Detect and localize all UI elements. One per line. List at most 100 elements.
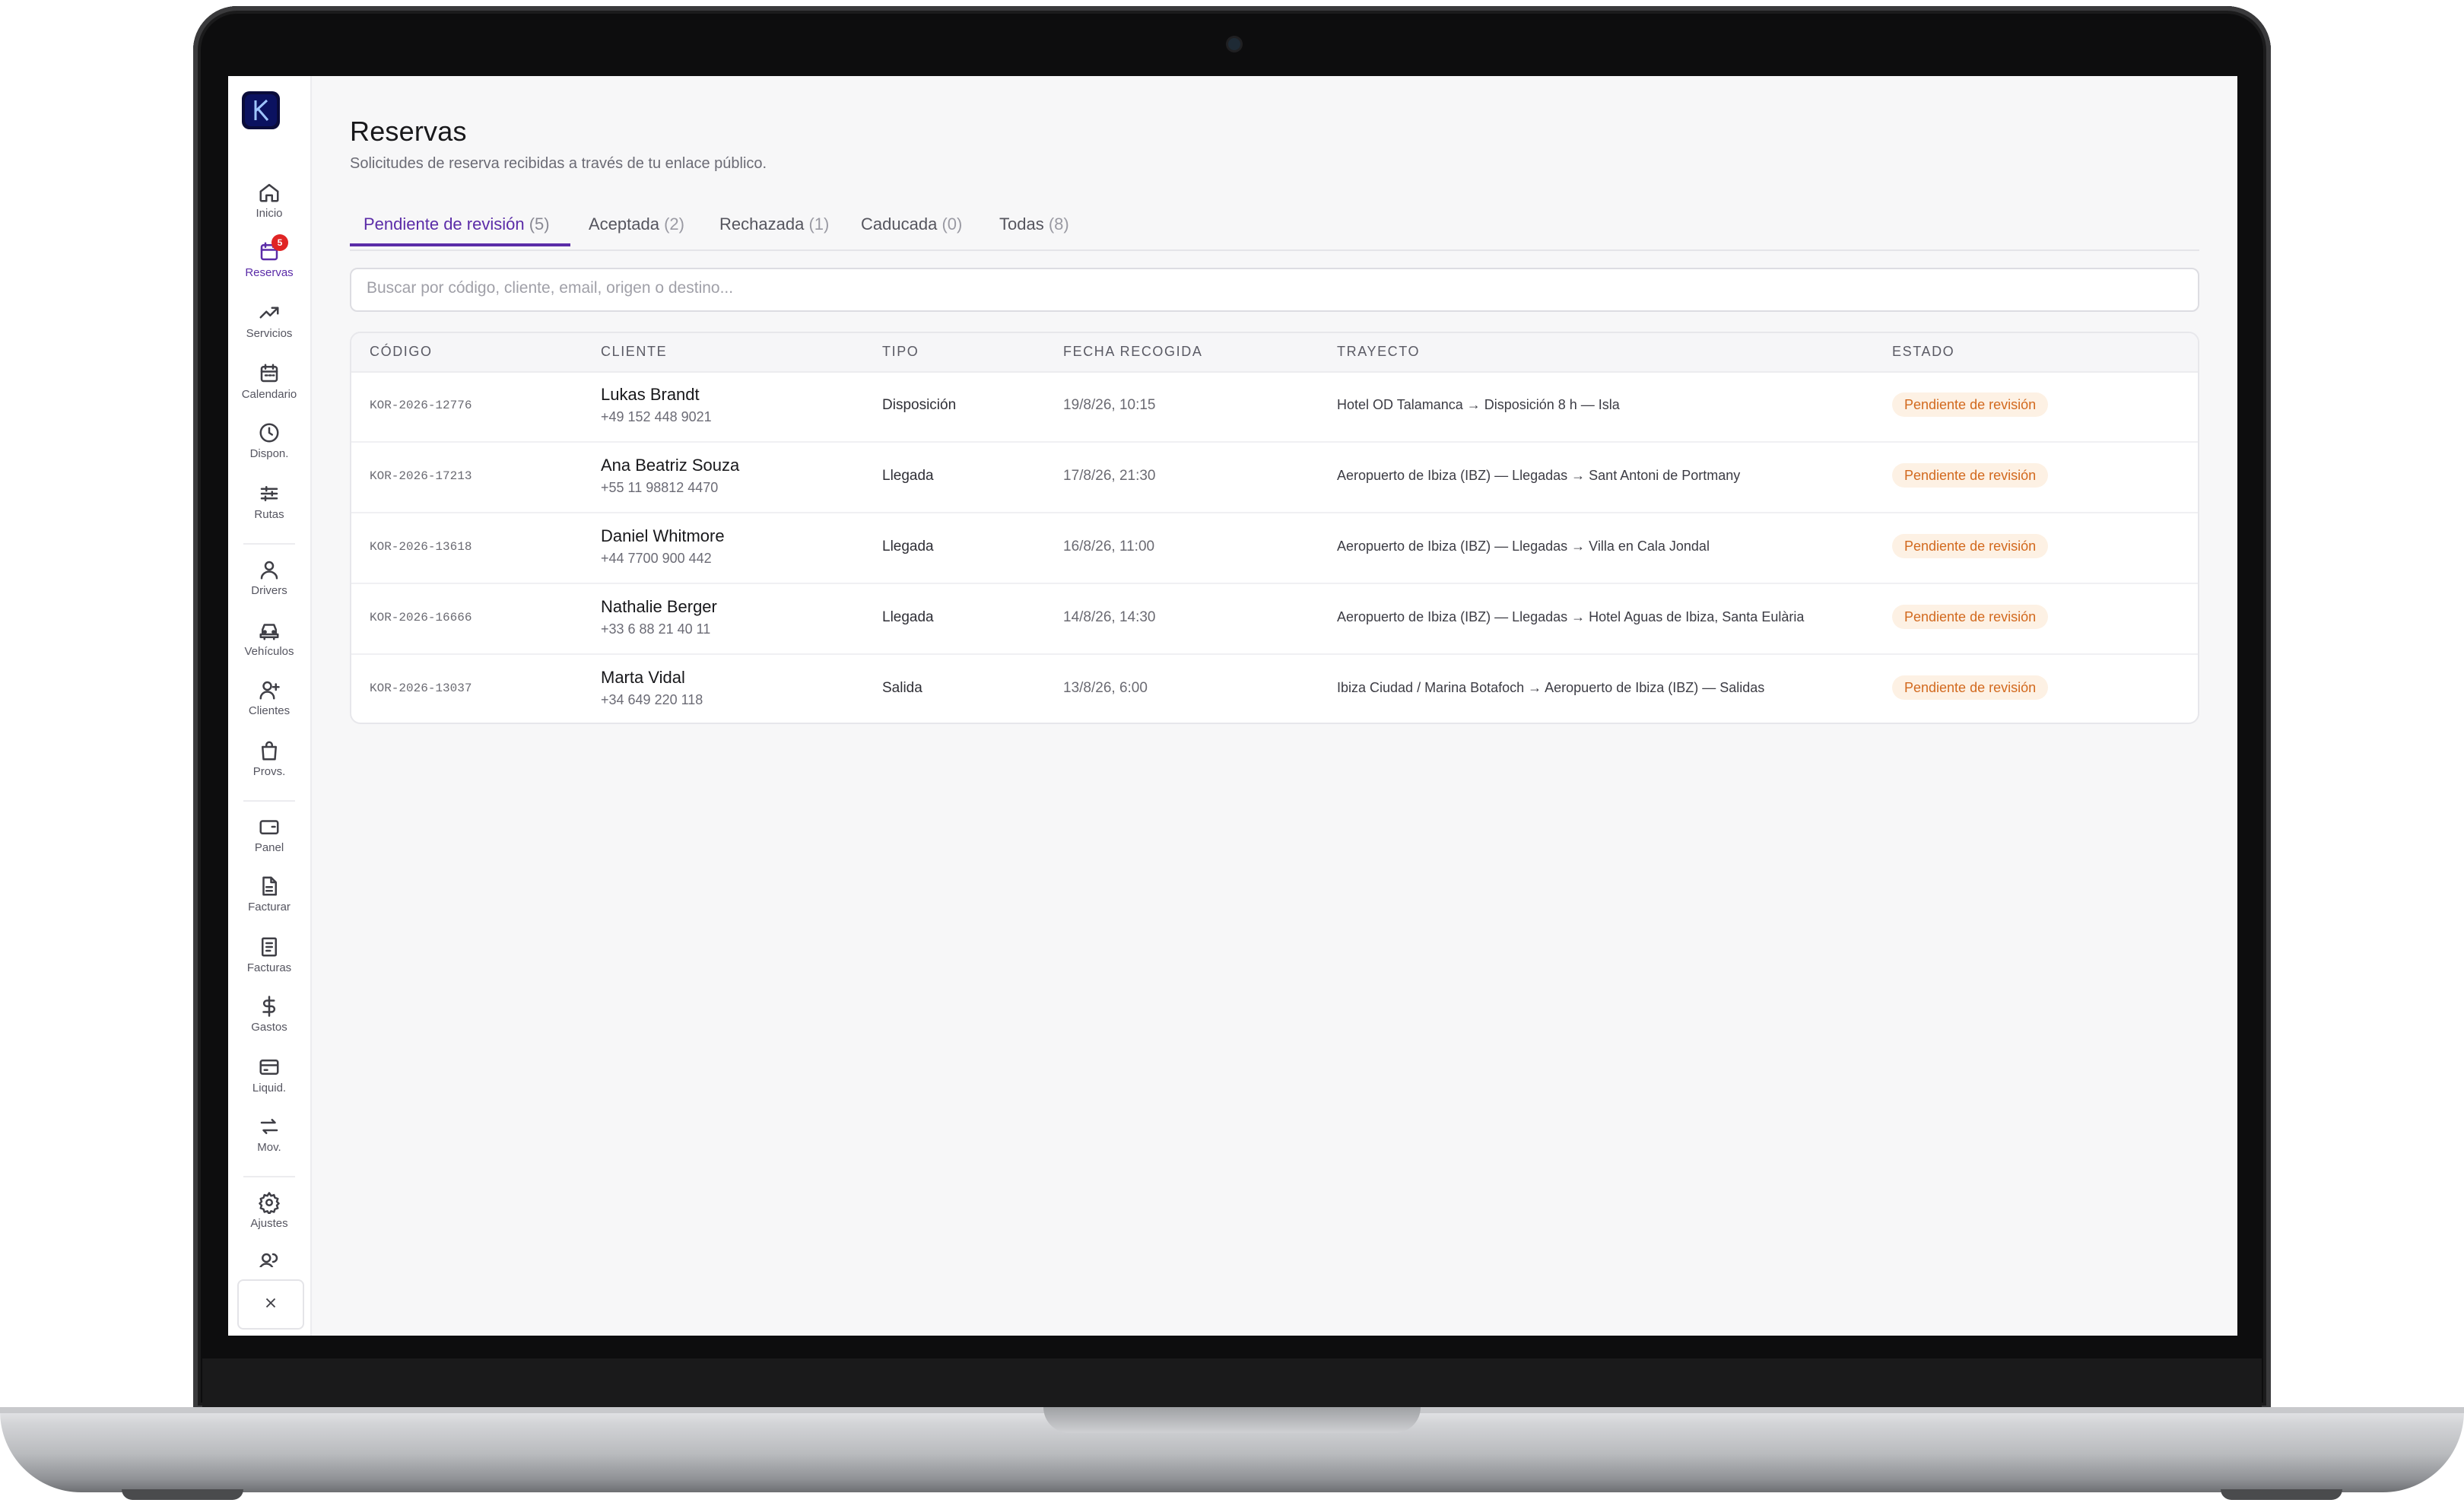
sliders-icon	[258, 482, 281, 505]
status-badge: Pendiente de revisión	[1892, 534, 2049, 558]
clock-icon	[258, 421, 281, 444]
sidebar-item-users-partial[interactable]	[228, 1244, 310, 1267]
main-content: Reservas Solicitudes de reserva recibida…	[350, 76, 2205, 1336]
pickup-date: 17/8/26, 21:30	[1063, 468, 1156, 484]
sidebar-item-label: Ajustes	[250, 1217, 288, 1230]
column-header[interactable]: CÓDIGO	[370, 344, 433, 360]
sidebar-item-servicios[interactable]: Servicios	[228, 295, 310, 348]
tab-rechazada[interactable]: Rechazada (1)	[719, 214, 829, 248]
sidebar-item-label: Facturas	[246, 961, 292, 974]
tab-label: Caducada	[861, 214, 938, 234]
tab-count: (5)	[529, 214, 550, 234]
column-header[interactable]: CLIENTE	[601, 344, 667, 360]
sidebar-item-facturas[interactable]: Facturas	[228, 929, 310, 983]
sidebar-item-inicio[interactable]: Inicio	[228, 175, 310, 228]
column-header[interactable]: FECHA RECOGIDA	[1063, 344, 1202, 360]
tab-count: (0)	[941, 214, 963, 234]
laptop-notch	[1043, 1407, 1421, 1433]
sidebar-item-calendario[interactable]: Calendario	[228, 356, 310, 409]
sidebar-item-label: Vehículos	[244, 645, 294, 658]
route: Aeropuerto de Ibiza (IBZ) — Llegadas → V…	[1337, 539, 1710, 554]
sidebar-item-label: Provs.	[252, 765, 286, 778]
sidebar-item-label: Servicios	[246, 327, 293, 340]
trending-up-icon	[258, 301, 281, 324]
page-subtitle: Solicitudes de reserva recibidas a travé…	[350, 155, 767, 172]
bookings-table: CÓDIGO CLIENTE TIPO FECHA RECOGIDA TRAYE…	[350, 332, 2199, 724]
sidebar-item-reservas[interactable]: 5 Reservas	[228, 234, 310, 288]
receipt-icon	[258, 936, 281, 958]
column-header[interactable]: TRAYECTO	[1337, 344, 1420, 360]
client-name: Daniel Whitmore	[601, 526, 725, 545]
active-tab-indicator	[350, 243, 570, 246]
column-header[interactable]: ESTADO	[1892, 344, 1954, 360]
calendar-icon	[258, 362, 281, 385]
calendar-check-icon: 5	[258, 234, 288, 263]
route: Hotel OD Talamanca → Disposición 8 h — I…	[1337, 397, 1620, 412]
dollar-icon	[258, 995, 281, 1018]
laptop-chin	[202, 1358, 2262, 1410]
sidebar-item-ajustes[interactable]: Ajustes	[228, 1185, 310, 1238]
arrows-swap-icon	[258, 1115, 281, 1138]
client-phone: +33 6 88 21 40 11	[601, 621, 711, 637]
sidebar-item-dispon[interactable]: Dispon.	[228, 415, 310, 469]
table-row[interactable]: KOR-2026-12776 Lukas Brandt +49 152 448 …	[351, 371, 2198, 443]
booking-code: KOR-2026-17213	[370, 469, 472, 483]
table-row[interactable]: KOR-2026-16666 Nathalie Berger +33 6 88 …	[351, 583, 2198, 655]
client-name: Lukas Brandt	[601, 385, 700, 404]
sidebar-item-label: Dispon.	[249, 447, 289, 460]
sidebar-item-drivers[interactable]: Drivers	[228, 552, 310, 605]
booking-type: Salida	[882, 680, 922, 696]
sidebar-item-provs[interactable]: Provs.	[228, 733, 310, 786]
sidebar-item-liquid[interactable]: Liquid.	[228, 1050, 310, 1103]
tab-todas[interactable]: Todas (8)	[999, 214, 1069, 248]
app-logo[interactable]	[242, 91, 280, 129]
file-icon	[258, 875, 281, 898]
sidebar-item-label: Liquid.	[252, 1082, 287, 1095]
sidebar-item-mov[interactable]: Mov.	[228, 1109, 310, 1162]
tab-count: (2)	[664, 214, 684, 234]
sidebar-item-facturar[interactable]: Facturar	[228, 869, 310, 922]
tab-aceptada[interactable]: Aceptada (2)	[589, 214, 684, 248]
user-plus-icon	[258, 678, 281, 701]
client-phone: +44 7700 900 442	[601, 551, 712, 566]
booking-type: Disposición	[882, 397, 957, 413]
client-name: Ana Beatriz Souza	[601, 456, 740, 475]
column-header[interactable]: TIPO	[882, 344, 919, 360]
table-row[interactable]: KOR-2026-13618 Daniel Whitmore +44 7700 …	[351, 513, 2198, 584]
search-input[interactable]	[351, 269, 2192, 307]
sidebar-item-label: Drivers	[251, 584, 287, 597]
booking-type: Llegada	[882, 609, 934, 625]
status-badge: Pendiente de revisión	[1892, 605, 2049, 629]
client-name: Nathalie Berger	[601, 597, 717, 616]
notification-badge: 5	[271, 234, 288, 251]
sidebar-item-label: Mov.	[257, 1141, 281, 1154]
home-icon	[258, 181, 281, 204]
sidebar-divider	[243, 1176, 295, 1177]
sidebar-item-clientes[interactable]: Clientes	[228, 672, 310, 726]
car-icon	[258, 619, 281, 642]
close-icon	[262, 1295, 279, 1315]
sidebar-item-rutas[interactable]: Rutas	[228, 476, 310, 529]
sidebar-item-gastos[interactable]: Gastos	[228, 989, 310, 1042]
route: Aeropuerto de Ibiza (IBZ) — Llegadas → H…	[1337, 609, 1805, 624]
sidebar-item-label: Reservas	[245, 266, 294, 279]
sidebar-item-label: Panel	[254, 841, 284, 854]
sidebar-item-panel[interactable]: Panel	[228, 809, 310, 863]
laptop-foot-right	[2221, 1489, 2342, 1500]
tab-label: Rechazada	[719, 214, 805, 234]
laptop-foot-left	[122, 1489, 243, 1500]
search-box	[350, 268, 2199, 312]
sidebar-close-button[interactable]	[237, 1279, 304, 1330]
status-badge: Pendiente de revisión	[1892, 675, 2049, 700]
pickup-date: 14/8/26, 14:30	[1063, 609, 1156, 625]
table-row[interactable]: KOR-2026-17213 Ana Beatriz Souza +55 11 …	[351, 442, 2198, 513]
tab-caducada[interactable]: Caducada (0)	[861, 214, 962, 248]
sidebar-item-label: Calendario	[241, 388, 297, 401]
user-icon	[258, 558, 281, 581]
booking-type: Llegada	[882, 468, 934, 484]
table-row[interactable]: KOR-2026-13037 Marta Vidal +34 649 220 1…	[351, 654, 2198, 723]
tab-label: Pendiente de revisión	[364, 214, 525, 234]
sidebar-divider	[243, 543, 295, 545]
booking-code: KOR-2026-13618	[370, 540, 472, 554]
sidebar-item-vehiculos[interactable]: Vehículos	[228, 613, 310, 666]
